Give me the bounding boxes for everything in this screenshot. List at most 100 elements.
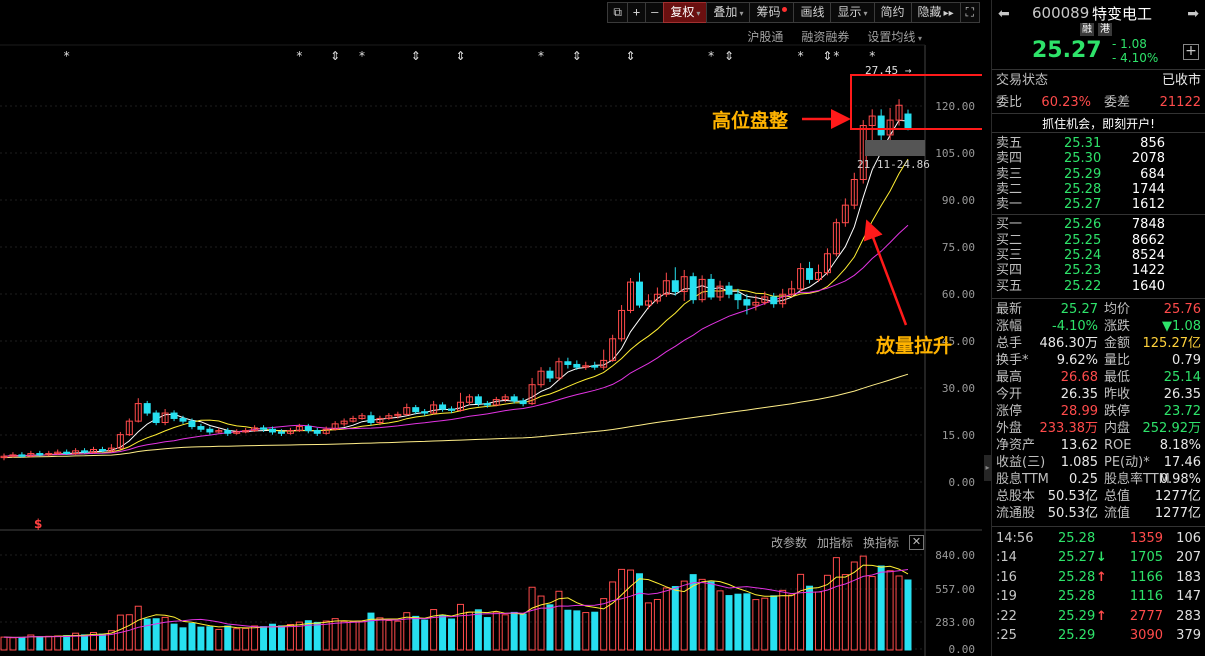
volume-bar-up — [832, 557, 840, 651]
stat-value: 1277亿 — [1154, 488, 1201, 504]
price-tick-label: 0.00 — [949, 476, 976, 489]
moving-average-lines — [3, 119, 909, 459]
fuquan-label: 复权 — [670, 5, 695, 19]
tick-count: 147 — [1176, 589, 1201, 605]
fullscreen-icon[interactable]: ⛶ — [959, 2, 980, 23]
ask-row[interactable]: 卖五 25.31 856 — [992, 136, 1205, 151]
bid-row[interactable]: 买三 25.24 8524 — [992, 248, 1205, 263]
tick-volume: 2777 — [1129, 608, 1163, 624]
tick-time: :22 — [996, 608, 1017, 624]
forward-arrow-icon[interactable]: ➡ — [1187, 6, 1199, 22]
volume-bar-up — [456, 603, 464, 651]
close-icon[interactable]: ✕ — [909, 535, 924, 550]
stat-row: 总股本 50.53亿 总值 1277亿 — [992, 488, 1205, 505]
volume-bars — [0, 555, 912, 651]
trade-status-row: 交易状态 已收市 — [992, 70, 1205, 92]
ask-price: 25.27 — [1064, 197, 1102, 213]
volume-bar-down — [188, 622, 196, 651]
sub-link-1[interactable]: 融资融券 — [801, 28, 849, 45]
hide-button[interactable]: 隐藏 ▸▸ — [910, 2, 961, 23]
tick-volume: 1166 — [1129, 569, 1163, 585]
candle-down — [152, 412, 160, 423]
star-marker-icon: * — [833, 49, 839, 63]
volume-bar-down — [98, 633, 106, 651]
stat-row: 流通股 50.53亿 流值 1277亿 — [992, 505, 1205, 522]
quote-stats: 最新 25.27 均价 25.76 涨幅 -4.10% 涨跌 ▼1.08 总手 486.30万 金额… — [992, 301, 1205, 522]
sub-link-2[interactable]: 设置均线 ▾ — [867, 28, 922, 45]
ask-row[interactable]: 卖二 25.28 1744 — [992, 182, 1205, 197]
tick-price: 25.27 — [1058, 550, 1096, 566]
kline-chart-svg[interactable]: * * ⇕ * ⇕ ⇕ * ⇕ ⇕ * ⇕ * ⇕ * * 120.00105.0090.0075.0060… — [0, 0, 982, 656]
volume-tick-label: 840.00 — [935, 549, 975, 562]
ask-volume: 1612 — [1131, 197, 1165, 213]
bid-row[interactable]: 买五 25.22 1640 — [992, 279, 1205, 294]
simple-button[interactable]: 简约 — [873, 2, 912, 23]
chip-button[interactable]: 筹码 — [749, 2, 795, 23]
annotation-high-consolidation: 高位盘整 — [712, 110, 789, 132]
bid-row[interactable]: 买四 25.23 1422 — [992, 263, 1205, 278]
zoom-in-icon[interactable]: + — [626, 2, 647, 23]
volume-bar-down — [474, 609, 482, 651]
volume-bar-up — [823, 574, 831, 651]
bid-row[interactable]: 买一 25.26 7848 — [992, 217, 1205, 232]
bid-row[interactable]: 买二 25.25 8662 — [992, 233, 1205, 248]
volume-bar-down — [81, 634, 89, 651]
price-axis: 120.00105.0090.0075.0060.0045.0030.0015.… — [0, 44, 982, 656]
tick-volume: 1116 — [1129, 589, 1163, 605]
chart-labels: 27.45 →21.11-24.86$ — [34, 64, 930, 531]
ask-row[interactable]: 卖四 25.30 2078 — [992, 151, 1205, 166]
ask-label: 卖五 — [996, 136, 1023, 151]
tick-price: 25.28 — [1058, 589, 1096, 605]
volume-bar-up — [349, 621, 357, 651]
ask-row[interactable]: 卖三 25.29 684 — [992, 167, 1205, 182]
zoom-out-icon[interactable]: — — [645, 2, 665, 23]
stat-label: 涨幅 — [996, 318, 1023, 334]
sub-link-0[interactable]: 沪股通 — [747, 28, 783, 45]
volume-bar-up — [528, 586, 536, 651]
chart-subbar: 沪股通 融资融券 设置均线 ▾ — [747, 28, 922, 45]
draw-button[interactable]: 画线 — [793, 2, 832, 23]
simple-label: 简约 — [880, 5, 905, 19]
star-marker-icon: * — [869, 49, 875, 63]
volume-bar-up — [242, 627, 250, 651]
add-indicator-button[interactable]: 加指标 — [817, 534, 853, 551]
price-tick-label: 75.00 — [942, 241, 975, 254]
bid-volume: 1422 — [1131, 263, 1165, 279]
ask-row[interactable]: 卖一 25.27 1612 — [992, 197, 1205, 212]
volume-bar-down — [770, 595, 778, 651]
stat-value: 13.62 — [1060, 437, 1098, 453]
stat-value: 25.76 — [1163, 301, 1201, 317]
overlay-button[interactable]: 叠加 ▾ — [706, 2, 751, 23]
stat-row: 涨幅 -4.10% 涨跌 ▼1.08 — [992, 318, 1205, 335]
stat-row: 外盘 233.38万 内盘 252.92万 — [992, 420, 1205, 437]
volume-bar-up — [662, 587, 670, 651]
kline-chart-area[interactable]: * * ⇕ * ⇕ ⇕ * ⇕ ⇕ * ⇕ * ⇕ * * 120.00 105.00 90.00 75.00 60… — [0, 0, 982, 656]
tick-list[interactable]: 14:56 25.28 1359 106:14 25.27 ↓ 1705 207:16 25.2… — [992, 529, 1205, 646]
lock-icon[interactable]: ⧉ — [607, 2, 628, 23]
ma60-line — [3, 373, 909, 459]
double-arrow-marker-icon: ⇕ — [724, 49, 734, 63]
candle-down — [725, 285, 733, 295]
tick-count: 183 — [1176, 569, 1201, 585]
ask-price: 25.31 — [1064, 136, 1102, 151]
chart-grid — [0, 105, 925, 483]
back-arrow-icon[interactable]: ⬅ — [998, 6, 1010, 22]
open-account-link[interactable]: 抓住机会，即刻开户! — [992, 113, 1205, 133]
volume-bar-up — [322, 620, 330, 651]
volume-bar-up — [215, 628, 223, 651]
fuquan-button[interactable]: 复权 ▾ — [663, 2, 708, 23]
panel-collapse-handle[interactable]: ▸ — [984, 455, 991, 481]
indicator-bar: 改参数 加指标 换指标 ✕ — [771, 534, 924, 551]
candle-down — [671, 280, 679, 293]
display-button[interactable]: 显示 ▾ — [830, 2, 875, 23]
stat-label: 外盘 — [996, 420, 1023, 436]
edit-params-button[interactable]: 改参数 — [771, 534, 807, 551]
switch-indicator-button[interactable]: 换指标 — [863, 534, 899, 551]
event-markers: * * ⇕ * ⇕ ⇕ * ⇕ ⇕ * ⇕ * ⇕ * * — [64, 49, 876, 63]
stock-header: ⬅ 600089 特变电工 ➡ 融 港 25.27 - 1.08 - 4.10%… — [992, 0, 1205, 70]
volume-bar-up — [788, 594, 796, 651]
volume-bar-down — [806, 585, 814, 651]
add-watchlist-button[interactable]: + — [1183, 44, 1199, 60]
volume-bar-down — [260, 626, 268, 651]
lock-label: ⧉ — [613, 5, 622, 19]
